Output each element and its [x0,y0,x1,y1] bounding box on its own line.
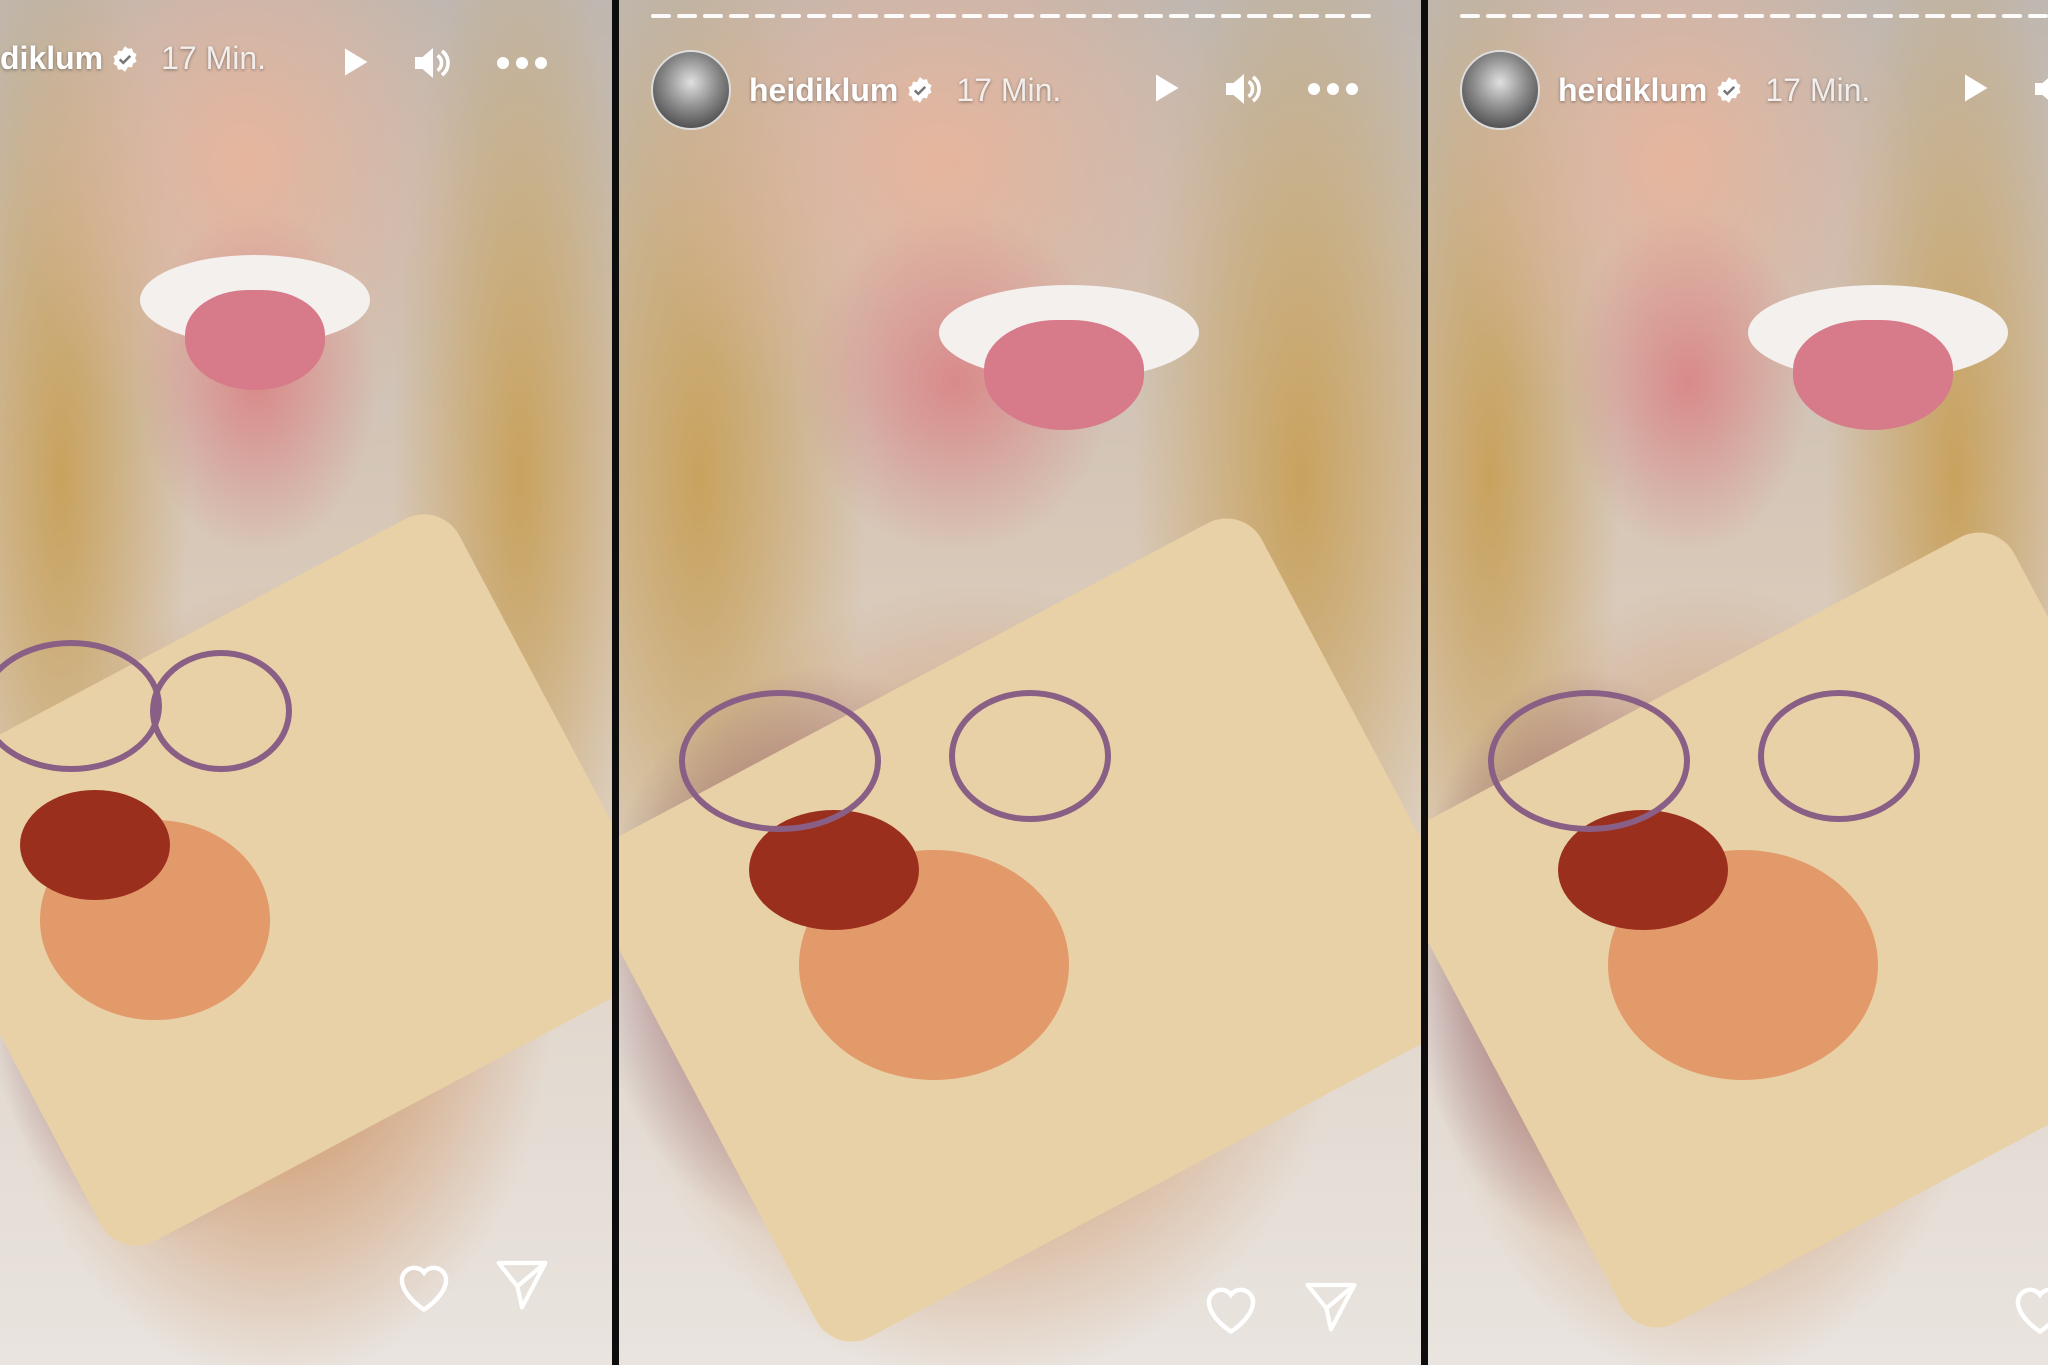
tongue [1793,320,1953,430]
username[interactable]: heidiklum [1558,72,1707,109]
story-progress-bar [1460,14,2048,18]
onion [679,690,881,832]
avatar[interactable] [1460,50,1540,130]
play-icon[interactable] [336,44,372,80]
story-header: diklum 17 Min. [0,40,266,77]
post-time: 17 Min. [956,71,1062,108]
story-header: heidiklum 17 Min. [651,50,1061,130]
heart-icon[interactable] [394,1258,454,1317]
onion [1758,690,1920,822]
heart-icon[interactable] [1201,1280,1261,1339]
onion [1488,690,1690,832]
username[interactable]: diklum [0,40,103,77]
panel-divider [612,0,619,1365]
post-time: 17 Min. [1765,71,1871,108]
story-progress-bar [651,14,1371,18]
volume-icon[interactable] [412,44,454,82]
heart-icon[interactable] [2010,1280,2048,1339]
play-icon[interactable] [1147,70,1183,106]
verified-badge-icon [113,45,137,72]
avatar[interactable] [651,50,731,130]
onion [949,690,1111,822]
send-icon[interactable] [494,1258,550,1315]
verified-badge-icon [908,77,932,103]
verified-badge-icon [1717,77,1741,103]
tongue [185,290,325,390]
tongue [984,320,1144,430]
volume-icon[interactable] [2032,70,2048,108]
send-icon[interactable] [1303,1280,1359,1337]
story-header: heidiklum 17 Min. [1460,50,1870,130]
story-panel-left: diklum 17 Min. [0,0,612,1365]
onion [150,650,292,772]
post-time: 17 Min. [161,40,267,76]
play-icon[interactable] [1956,70,1992,106]
salsa [20,790,170,900]
more-options-icon[interactable] [1307,82,1359,96]
volume-icon[interactable] [1223,70,1265,108]
username[interactable]: heidiklum [749,72,898,109]
panel-divider [1421,0,1428,1365]
story-panel-center: heidiklum 17 Min. [619,0,1421,1365]
story-panel-right: heidiklum 17 Min. [1428,0,2048,1365]
more-options-icon[interactable] [496,56,548,70]
